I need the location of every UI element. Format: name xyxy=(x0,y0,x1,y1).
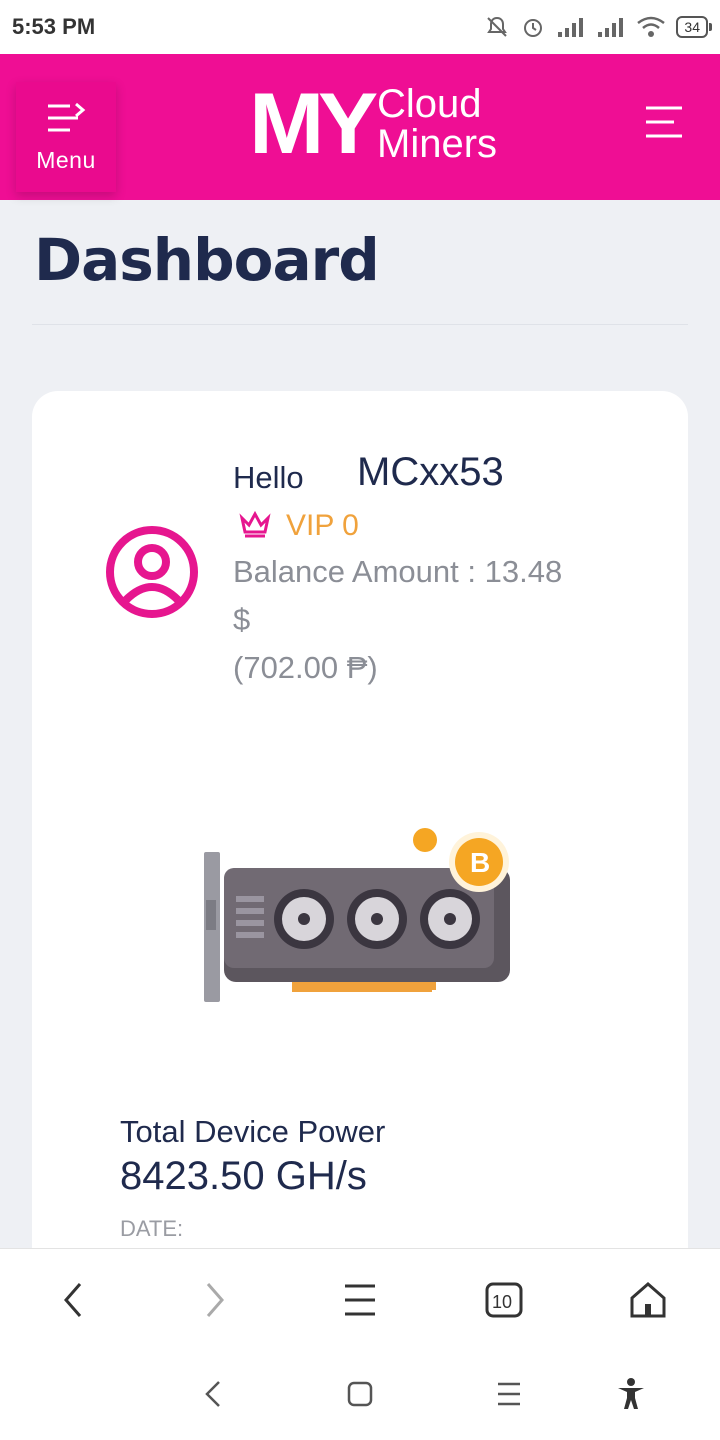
page-title: Dashboard xyxy=(34,226,380,294)
status-icons: 34 xyxy=(484,14,712,40)
menu-arrow-icon xyxy=(46,100,86,141)
wifi-icon xyxy=(636,15,666,39)
menu-label: Menu xyxy=(36,147,96,173)
system-nav-bar xyxy=(0,1348,720,1440)
back-button[interactable] xyxy=(42,1275,102,1325)
logo-cloud: Cloud xyxy=(377,82,482,126)
greeting-text: Hello xyxy=(233,460,304,495)
logo-my: MY xyxy=(249,76,378,172)
mute-bell-icon xyxy=(484,14,510,40)
logo-miners: Miners xyxy=(377,122,498,166)
browser-menu-icon[interactable] xyxy=(330,1275,390,1325)
svg-text:B: B xyxy=(470,847,490,878)
device-power-value: 8423.50 GH/s xyxy=(120,1154,367,1198)
menu-button[interactable]: Menu xyxy=(16,82,116,192)
balance-amount: Balance Amount : 13.48 xyxy=(233,554,563,589)
accessibility-icon[interactable] xyxy=(606,1372,656,1416)
balance-info: Balance Amount : 13.48 $ (702.00 ₱) xyxy=(233,548,633,692)
user-avatar-icon xyxy=(104,524,200,625)
balance-php: (702.00 ₱) xyxy=(233,650,378,685)
logo[interactable]: MY Cloud Miners xyxy=(249,76,498,172)
battery-icon: 34 xyxy=(676,16,712,38)
browser-toolbar: 10 xyxy=(0,1248,720,1349)
crown-icon xyxy=(238,508,272,543)
alarm-icon xyxy=(520,14,546,40)
signal-icon xyxy=(556,16,586,38)
vip-level: VIP 0 xyxy=(286,508,359,542)
signal-icon-2 xyxy=(596,16,626,38)
tab-count: 10 xyxy=(492,1292,512,1312)
balance-currency: $ xyxy=(233,602,251,637)
divider xyxy=(32,324,688,325)
tabs-button[interactable]: 10 xyxy=(474,1275,534,1325)
status-time: 5:53 PM xyxy=(12,14,96,39)
app-header: Menu MY Cloud Miners xyxy=(0,54,720,200)
date-label: DATE: xyxy=(120,1216,184,1241)
gpu-miner-illustration: B xyxy=(200,820,520,1015)
system-back-icon[interactable] xyxy=(188,1372,238,1416)
vip-badge: VIP 0 xyxy=(238,508,359,543)
system-home-icon[interactable] xyxy=(335,1372,385,1416)
status-bar: 5:53 PM 34 xyxy=(0,0,720,54)
forward-button[interactable] xyxy=(186,1275,246,1325)
system-recents-icon[interactable] xyxy=(484,1372,534,1416)
hamburger-menu-icon[interactable] xyxy=(644,104,684,145)
device-power-label: Total Device Power xyxy=(120,1114,386,1149)
home-icon[interactable] xyxy=(618,1275,678,1325)
username: MCxx53 xyxy=(357,450,504,494)
